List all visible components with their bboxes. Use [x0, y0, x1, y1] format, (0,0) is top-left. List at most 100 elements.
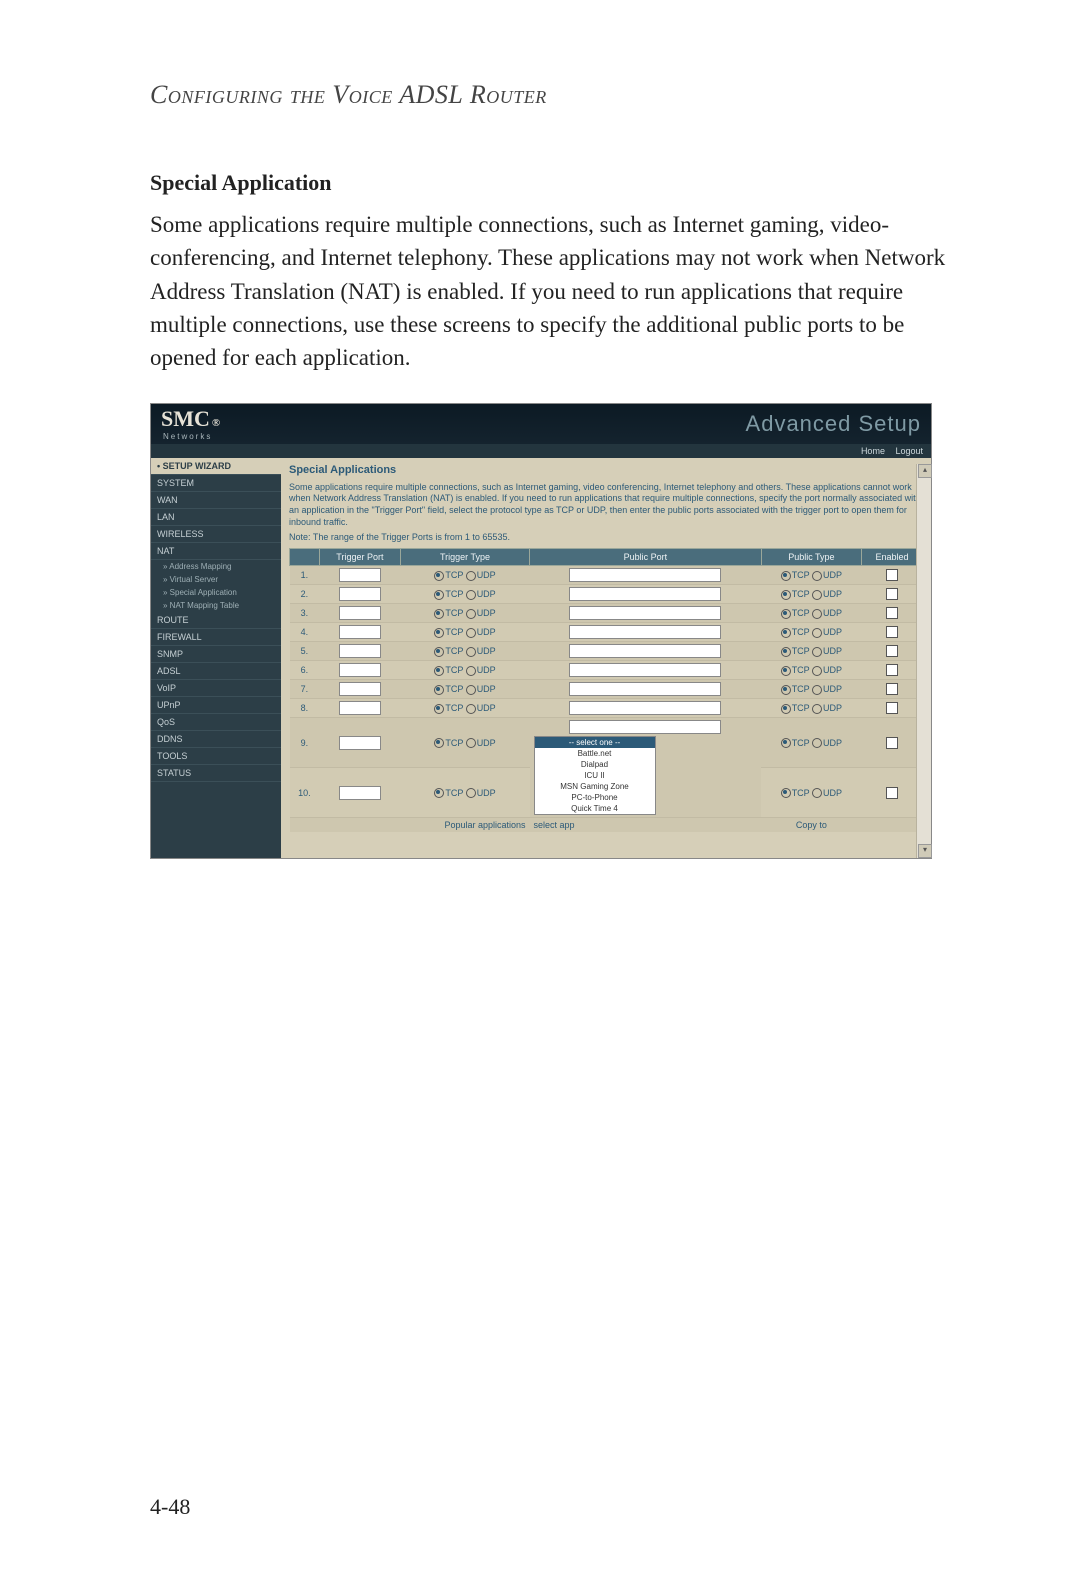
public-port-input[interactable]: [569, 701, 721, 715]
sidebar-upnp[interactable]: UPnP: [151, 697, 281, 714]
sidebar-virtual-server[interactable]: » Virtual Server: [151, 573, 281, 586]
select-option[interactable]: Battle.net: [535, 748, 655, 759]
trigger-tcp-radio[interactable]: [434, 704, 444, 714]
public-udp-radio[interactable]: [812, 704, 822, 714]
scroll-down-icon[interactable]: ▾: [918, 844, 932, 858]
enabled-checkbox[interactable]: [886, 737, 898, 749]
public-tcp-radio[interactable]: [781, 571, 791, 581]
sidebar-tools[interactable]: TOOLS: [151, 748, 281, 765]
enabled-checkbox[interactable]: [886, 607, 898, 619]
public-tcp-radio[interactable]: [781, 609, 791, 619]
trigger-port-input[interactable]: [339, 682, 381, 696]
trigger-port-input[interactable]: [339, 786, 381, 800]
enabled-checkbox[interactable]: [886, 683, 898, 695]
trigger-udp-radio[interactable]: [466, 788, 476, 798]
public-udp-radio[interactable]: [812, 590, 822, 600]
select-option[interactable]: PC-to-Phone: [535, 792, 655, 803]
trigger-udp-radio[interactable]: [466, 571, 476, 581]
sidebar-route[interactable]: ROUTE: [151, 612, 281, 629]
trigger-port-input[interactable]: [339, 644, 381, 658]
public-tcp-radio[interactable]: [781, 628, 791, 638]
sidebar-status[interactable]: STATUS: [151, 765, 281, 782]
public-tcp-radio[interactable]: [781, 685, 791, 695]
trigger-udp-radio[interactable]: [466, 590, 476, 600]
sidebar-qos[interactable]: QoS: [151, 714, 281, 731]
select-option[interactable]: MSN Gaming Zone: [535, 781, 655, 792]
trigger-port-input[interactable]: [339, 606, 381, 620]
select-option[interactable]: -- select one --: [535, 737, 655, 748]
trigger-tcp-radio[interactable]: [434, 685, 444, 695]
sidebar-ddns[interactable]: DDNS: [151, 731, 281, 748]
public-tcp-radio[interactable]: [781, 738, 791, 748]
public-port-input[interactable]: [569, 644, 721, 658]
sidebar-wan[interactable]: WAN: [151, 492, 281, 509]
sidebar-adsl[interactable]: ADSL: [151, 663, 281, 680]
public-tcp-radio[interactable]: [781, 788, 791, 798]
trigger-tcp-radio[interactable]: [434, 788, 444, 798]
public-port-input[interactable]: [569, 587, 721, 601]
sidebar-voip[interactable]: VoIP: [151, 680, 281, 697]
public-udp-radio[interactable]: [812, 647, 822, 657]
public-port-input[interactable]: [569, 682, 721, 696]
trigger-port-input[interactable]: [339, 701, 381, 715]
trigger-udp-radio[interactable]: [466, 666, 476, 676]
enabled-checkbox[interactable]: [886, 645, 898, 657]
trigger-port-input[interactable]: [339, 736, 381, 750]
trigger-tcp-radio[interactable]: [434, 609, 444, 619]
sidebar-snmp[interactable]: SNMP: [151, 646, 281, 663]
sidebar-address-mapping[interactable]: » Address Mapping: [151, 560, 281, 573]
sidebar-lan[interactable]: LAN: [151, 509, 281, 526]
public-port-input[interactable]: [569, 625, 721, 639]
popular-apps-select[interactable]: -- select one -- Battle.net Dialpad ICU …: [534, 736, 656, 815]
trigger-tcp-radio[interactable]: [434, 628, 444, 638]
public-port-input[interactable]: [569, 568, 721, 582]
home-link[interactable]: Home: [861, 446, 885, 456]
trigger-port-input[interactable]: [339, 587, 381, 601]
trigger-tcp-radio[interactable]: [434, 738, 444, 748]
trigger-udp-radio[interactable]: [466, 609, 476, 619]
select-option[interactable]: Dialpad: [535, 759, 655, 770]
public-udp-radio[interactable]: [812, 571, 822, 581]
public-tcp-radio[interactable]: [781, 647, 791, 657]
public-udp-radio[interactable]: [812, 628, 822, 638]
trigger-port-input[interactable]: [339, 625, 381, 639]
trigger-tcp-radio[interactable]: [434, 571, 444, 581]
sidebar-special-application[interactable]: » Special Application: [151, 586, 281, 599]
sidebar-wireless[interactable]: WIRELESS: [151, 526, 281, 543]
public-port-input[interactable]: [569, 663, 721, 677]
public-udp-radio[interactable]: [812, 666, 822, 676]
enabled-checkbox[interactable]: [886, 787, 898, 799]
trigger-tcp-radio[interactable]: [434, 666, 444, 676]
sidebar-nat-mapping-table[interactable]: » NAT Mapping Table: [151, 599, 281, 612]
enabled-checkbox[interactable]: [886, 588, 898, 600]
sidebar-setup-wizard[interactable]: • SETUP WIZARD: [151, 458, 281, 475]
trigger-tcp-radio[interactable]: [434, 647, 444, 657]
public-tcp-radio[interactable]: [781, 590, 791, 600]
public-udp-radio[interactable]: [812, 788, 822, 798]
scroll-up-icon[interactable]: ▴: [918, 464, 932, 478]
enabled-checkbox[interactable]: [886, 626, 898, 638]
public-tcp-radio[interactable]: [781, 704, 791, 714]
select-option[interactable]: Quick Time 4: [535, 803, 655, 814]
public-udp-radio[interactable]: [812, 738, 822, 748]
trigger-port-input[interactable]: [339, 663, 381, 677]
trigger-udp-radio[interactable]: [466, 685, 476, 695]
sidebar-nat[interactable]: NAT: [151, 543, 281, 560]
trigger-port-input[interactable]: [339, 568, 381, 582]
enabled-checkbox[interactable]: [886, 702, 898, 714]
public-tcp-radio[interactable]: [781, 666, 791, 676]
trigger-udp-radio[interactable]: [466, 704, 476, 714]
trigger-udp-radio[interactable]: [466, 647, 476, 657]
public-udp-radio[interactable]: [812, 609, 822, 619]
trigger-udp-radio[interactable]: [466, 738, 476, 748]
sidebar-firewall[interactable]: FIREWALL: [151, 629, 281, 646]
public-port-input[interactable]: [569, 606, 721, 620]
scrollbar[interactable]: ▴ ▾: [916, 464, 931, 858]
trigger-tcp-radio[interactable]: [434, 590, 444, 600]
public-udp-radio[interactable]: [812, 685, 822, 695]
enabled-checkbox[interactable]: [886, 664, 898, 676]
sidebar-system[interactable]: SYSTEM: [151, 475, 281, 492]
enabled-checkbox[interactable]: [886, 569, 898, 581]
logout-link[interactable]: Logout: [895, 446, 923, 456]
public-port-input[interactable]: [569, 720, 721, 734]
